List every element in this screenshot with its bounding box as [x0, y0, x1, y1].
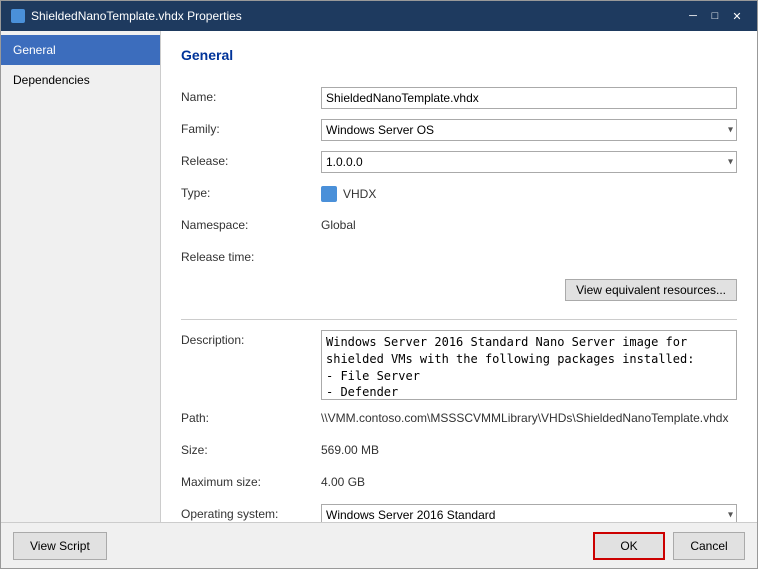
release-select-wrapper: 1.0.0.0 ▾ — [321, 151, 737, 173]
view-script-button[interactable]: View Script — [13, 532, 107, 560]
size-value: 569.00 MB — [321, 440, 737, 457]
namespace-value: Global — [321, 215, 737, 232]
dialog-body: General Dependencies General Name: Famil… — [1, 31, 757, 522]
release-time-value — [321, 247, 737, 250]
size-row: Size: 569.00 MB — [181, 440, 737, 464]
close-button[interactable]: ✕ — [727, 7, 747, 25]
namespace-row: Namespace: Global — [181, 215, 737, 239]
vhdx-icon — [321, 186, 337, 202]
name-input[interactable] — [321, 87, 737, 109]
title-bar-left: ShieldedNanoTemplate.vhdx Properties — [11, 9, 242, 23]
name-label: Name: — [181, 87, 321, 104]
family-select-wrapper: Windows Server OS ▾ — [321, 119, 737, 141]
os-label: Operating system: — [181, 504, 321, 521]
max-size-row: Maximum size: 4.00 GB — [181, 472, 737, 496]
description-label: Description: — [181, 330, 321, 347]
type-label: Type: — [181, 183, 321, 200]
max-size-label: Maximum size: — [181, 472, 321, 489]
content-area: General Name: Family: Windows Server OS … — [161, 31, 757, 522]
content-title: General — [181, 47, 737, 71]
minimize-button[interactable]: ─ — [683, 7, 703, 25]
os-select[interactable]: Windows Server 2016 Standard — [321, 504, 737, 522]
sidebar: General Dependencies — [1, 31, 161, 522]
release-time-label: Release time: — [181, 247, 321, 264]
footer-right: OK Cancel — [593, 532, 745, 560]
title-bar: ShieldedNanoTemplate.vhdx Properties ─ □… — [1, 1, 757, 31]
family-label: Family: — [181, 119, 321, 136]
description-row: Description: Windows Server 2016 Standar… — [181, 330, 737, 400]
maximize-button[interactable]: □ — [705, 7, 725, 25]
separator — [181, 319, 737, 320]
description-textarea[interactable]: Windows Server 2016 Standard Nano Server… — [321, 330, 737, 400]
type-value: VHDX — [321, 183, 737, 202]
release-time-row: Release time: — [181, 247, 737, 271]
view-equivalent-button[interactable]: View equivalent resources... — [565, 279, 737, 301]
max-size-value: 4.00 GB — [321, 472, 737, 489]
namespace-label: Namespace: — [181, 215, 321, 232]
sidebar-item-dependencies[interactable]: Dependencies — [1, 65, 160, 95]
dialog-footer: View Script OK Cancel — [1, 522, 757, 568]
os-select-wrapper: Windows Server 2016 Standard ▾ — [321, 504, 737, 522]
release-select[interactable]: 1.0.0.0 — [321, 151, 737, 173]
dialog-window: ShieldedNanoTemplate.vhdx Properties ─ □… — [0, 0, 758, 569]
app-icon — [11, 9, 25, 23]
release-label: Release: — [181, 151, 321, 168]
cancel-button[interactable]: Cancel — [673, 532, 745, 560]
path-row: Path: \\VMM.contoso.com\MSSSCVMMLibrary\… — [181, 408, 737, 432]
view-eq-container: View equivalent resources... — [181, 279, 737, 309]
release-row: Release: 1.0.0.0 ▾ — [181, 151, 737, 175]
name-row: Name: — [181, 87, 737, 111]
size-label: Size: — [181, 440, 321, 457]
title-controls: ─ □ ✕ — [683, 7, 747, 25]
os-row: Operating system: Windows Server 2016 St… — [181, 504, 737, 522]
family-row: Family: Windows Server OS ▾ — [181, 119, 737, 143]
family-select[interactable]: Windows Server OS — [321, 119, 737, 141]
window-title: ShieldedNanoTemplate.vhdx Properties — [31, 9, 242, 23]
path-value: \\VMM.contoso.com\MSSSCVMMLibrary\VHDs\S… — [321, 408, 737, 425]
path-label: Path: — [181, 408, 321, 425]
sidebar-item-general[interactable]: General — [1, 35, 160, 65]
ok-button[interactable]: OK — [593, 532, 665, 560]
type-row: Type: VHDX — [181, 183, 737, 207]
